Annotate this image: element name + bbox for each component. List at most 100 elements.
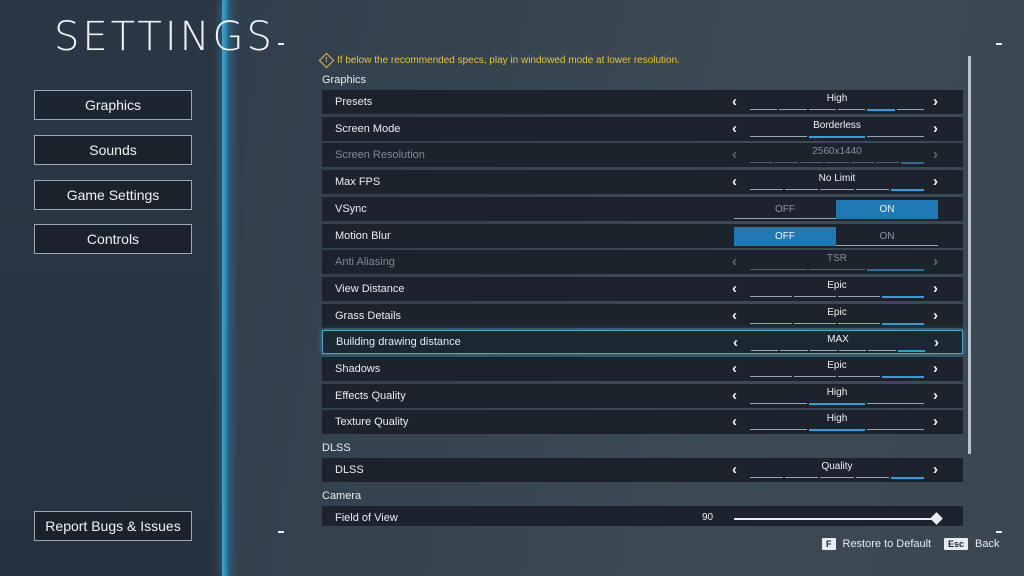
arrow-right-icon[interactable]: ›	[933, 413, 938, 430]
menu-graphics-button[interactable]: Graphics	[34, 90, 192, 120]
arrow-left-icon[interactable]: ‹	[732, 360, 737, 377]
arrow-left-icon[interactable]: ‹	[732, 280, 737, 297]
corner-mark	[996, 531, 1002, 533]
arrow-left-icon[interactable]: ‹	[733, 334, 738, 351]
arrow-left-icon[interactable]: ‹	[732, 387, 737, 404]
menu-controls-button[interactable]: Controls	[34, 224, 192, 254]
setting-value: MAX	[827, 334, 849, 345]
accent-bar	[222, 0, 230, 576]
toggle-off-option[interactable]: OFF	[734, 227, 836, 246]
setting-value: No Limit	[818, 173, 856, 184]
corner-mark	[996, 43, 1002, 45]
arrow-left-icon: ‹	[732, 146, 737, 163]
level-indicator	[750, 109, 924, 111]
esc-key-icon: Esc	[944, 538, 969, 550]
setting-building-drawing-distance[interactable]: Building drawing distance ‹ MAX ›	[322, 330, 963, 354]
setting-label: View Distance	[335, 283, 405, 295]
setting-label: Shadows	[335, 363, 381, 375]
setting-value: High	[826, 413, 848, 424]
arrow-right-icon: ›	[933, 253, 938, 270]
arrow-right-icon[interactable]: ›	[933, 280, 938, 297]
setting-max-fps[interactable]: Max FPS ‹ No Limit ›	[322, 170, 963, 194]
level-indicator	[750, 296, 924, 298]
arrow-right-icon[interactable]: ›	[933, 461, 938, 478]
corner-mark	[278, 531, 284, 533]
menu-game-settings-button[interactable]: Game Settings	[34, 180, 192, 210]
setting-label: Max FPS	[335, 176, 381, 188]
setting-value: Epic	[827, 307, 847, 318]
setting-field-of-view[interactable]: Field of View 90	[322, 506, 963, 526]
setting-label: Presets	[335, 96, 373, 108]
arrow-left-icon[interactable]: ‹	[732, 93, 737, 110]
arrow-right-icon: ›	[933, 146, 938, 163]
arrow-left-icon[interactable]: ‹	[732, 120, 737, 137]
setting-label: DLSS	[335, 464, 364, 476]
setting-label: Field of View	[335, 512, 398, 524]
fov-slider-track[interactable]	[734, 518, 938, 520]
fov-slider-handle[interactable]	[930, 512, 943, 525]
setting-dlss[interactable]: DLSS ‹ Quality ›	[322, 458, 963, 482]
arrow-left-icon: ‹	[732, 253, 737, 270]
warning-icon: !	[318, 52, 335, 69]
setting-effects-quality[interactable]: Effects Quality ‹ High ›	[322, 384, 963, 408]
setting-label: Anti Aliasing	[335, 256, 395, 268]
scrollbar[interactable]	[968, 56, 971, 454]
setting-label: Grass Details	[335, 310, 402, 322]
section-graphics: Graphics	[322, 74, 367, 86]
motion-blur-toggle[interactable]: OFF ON	[734, 227, 938, 246]
arrow-left-icon[interactable]: ‹	[732, 307, 737, 324]
report-bugs-button[interactable]: Report Bugs & Issues	[34, 511, 192, 541]
level-indicator	[750, 403, 925, 405]
setting-value: High	[826, 387, 848, 398]
restore-default-button[interactable]: F Restore to Default	[822, 538, 931, 550]
arrow-right-icon[interactable]: ›	[933, 387, 938, 404]
setting-screen-resolution: Screen Resolution ‹ 2560x1440 ›	[322, 143, 963, 167]
setting-motion-blur[interactable]: Motion Blur OFF ON	[322, 224, 963, 248]
arrow-right-icon[interactable]: ›	[933, 173, 938, 190]
setting-label: Motion Blur	[335, 230, 391, 242]
level-indicator	[750, 376, 924, 378]
vsync-toggle[interactable]: OFF ON	[734, 200, 938, 219]
setting-anti-aliasing: Anti Aliasing ‹ TSR ›	[322, 250, 963, 274]
left-panel	[0, 0, 226, 576]
arrow-left-icon[interactable]: ‹	[732, 461, 737, 478]
arrow-left-icon[interactable]: ‹	[732, 413, 737, 430]
level-indicator	[751, 350, 925, 352]
setting-value: 2560x1440	[812, 146, 862, 157]
setting-vsync[interactable]: VSync OFF ON	[322, 197, 963, 221]
setting-label: Screen Resolution	[335, 149, 425, 161]
arrow-right-icon[interactable]: ›	[934, 334, 939, 351]
level-indicator	[750, 136, 925, 138]
menu-sounds-button[interactable]: Sounds	[34, 135, 192, 165]
setting-screen-mode[interactable]: Screen Mode ‹ Borderless ›	[322, 117, 963, 141]
setting-grass-details[interactable]: Grass Details ‹ Epic ›	[322, 304, 963, 328]
setting-label: Texture Quality	[335, 416, 409, 428]
level-indicator	[750, 429, 925, 431]
level-indicator	[750, 189, 925, 191]
arrow-right-icon[interactable]: ›	[933, 360, 938, 377]
level-indicator	[750, 162, 924, 164]
section-camera: Camera	[322, 490, 362, 502]
f-key-icon: F	[822, 538, 836, 550]
arrow-left-icon[interactable]: ‹	[732, 173, 737, 190]
toggle-on-option[interactable]: ON	[836, 227, 938, 246]
setting-shadows[interactable]: Shadows ‹ Epic ›	[322, 357, 963, 381]
level-indicator	[750, 269, 925, 271]
arrow-right-icon[interactable]: ›	[933, 307, 938, 324]
setting-value: TSR	[827, 253, 847, 264]
level-indicator	[750, 477, 925, 479]
setting-view-distance[interactable]: View Distance ‹ Epic ›	[322, 277, 963, 301]
fov-value: 90	[702, 512, 714, 523]
setting-label: VSync	[335, 203, 367, 215]
setting-presets[interactable]: Presets ‹ High ›	[322, 90, 963, 114]
page-title: SETTINGS	[54, 14, 275, 60]
back-label: Back	[975, 538, 1000, 550]
arrow-right-icon[interactable]: ›	[933, 120, 938, 137]
toggle-on-option[interactable]: ON	[836, 200, 938, 219]
setting-texture-quality[interactable]: Texture Quality ‹ High ›	[322, 410, 963, 434]
arrow-right-icon[interactable]: ›	[933, 93, 938, 110]
warning-text: If below the recommended specs, play in …	[337, 55, 680, 66]
back-button[interactable]: Esc Back	[944, 538, 999, 550]
setting-value: Quality	[821, 461, 853, 472]
toggle-off-option[interactable]: OFF	[734, 200, 836, 219]
